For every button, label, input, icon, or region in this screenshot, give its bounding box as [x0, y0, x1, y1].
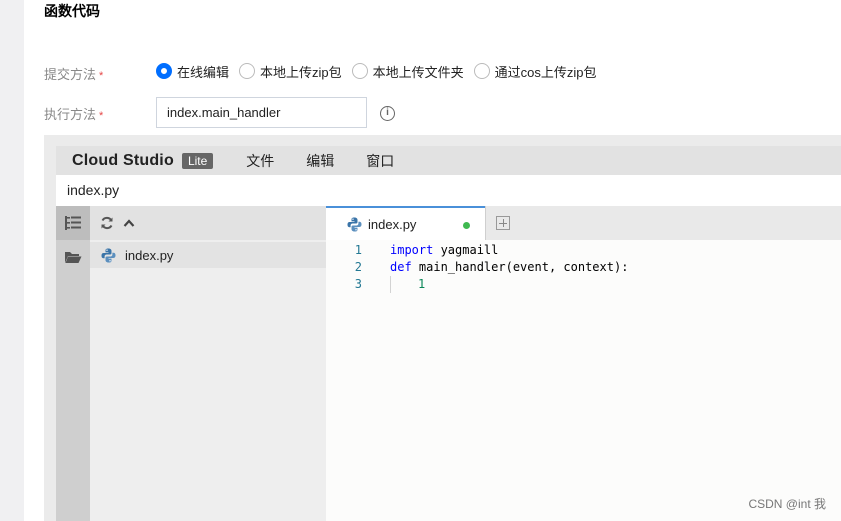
radio-label: 本地上传文件夹 [372, 64, 464, 80]
radio-label: 通过cos上传zip包 [494, 64, 597, 80]
python-file-icon [347, 217, 362, 231]
python-file-icon [101, 248, 116, 262]
explorer-toggle-button[interactable] [56, 246, 90, 268]
editor-tabbar: index.py [326, 206, 841, 240]
collapse-up-icon[interactable] [123, 218, 135, 228]
handler-input[interactable]: index.main_handler [156, 97, 367, 128]
ide-titlebar: Cloud Studio Lite 文件 编辑 窗口 [56, 146, 841, 175]
code-text: import yagmaill [390, 242, 498, 259]
radio-checked-icon [156, 63, 172, 79]
menu-window[interactable]: 窗口 [366, 151, 394, 171]
menu-edit[interactable]: 编辑 [306, 151, 334, 171]
info-icon[interactable]: i [380, 106, 395, 121]
explorer-file-item[interactable]: index.py [90, 242, 326, 268]
submit-method-label-text: 提交方法 [44, 67, 97, 82]
handler-label-text: 执行方法 [44, 107, 97, 122]
menu-file[interactable]: 文件 [246, 151, 274, 171]
outline-toggle-button[interactable] [56, 206, 90, 240]
code-text: def main_handler(event, context): [390, 259, 628, 276]
line-number: 3 [354, 277, 362, 291]
add-tab-icon[interactable] [496, 216, 510, 230]
code-line: 3 1 [326, 276, 841, 293]
radio-label: 在线编辑 [177, 64, 230, 80]
required-mark: * [99, 110, 104, 122]
unsaved-dot-icon [463, 222, 470, 229]
line-number: 1 [354, 243, 362, 257]
code-rest: main_handler(event, context): [411, 260, 629, 274]
code-number: 1 [418, 277, 426, 291]
lite-badge: Lite [181, 152, 214, 169]
keyword: def [390, 260, 412, 274]
code-rest: yagmaill [433, 243, 499, 257]
code-area[interactable]: 1 import yagmaill 2 def main_handler(eve… [326, 242, 841, 293]
submit-method-label: 提交方法 * [44, 64, 103, 83]
radio-online-edit[interactable]: 在线编辑 [156, 62, 229, 81]
radio-upload-folder[interactable]: 本地上传文件夹 [351, 62, 464, 81]
section-title: 函数代码 [44, 3, 100, 19]
radio-unchecked-icon [351, 63, 368, 79]
watermark: CSDN @int 我 [748, 497, 826, 511]
activity-bar [56, 206, 90, 521]
keyword: import [390, 243, 434, 257]
code-line: 2 def main_handler(event, context): [326, 259, 841, 276]
submit-method-radio-group: 在线编辑 本地上传zip包 本地上传文件夹 通过cos上传zip包 [156, 62, 607, 80]
file-explorer: index.py [90, 206, 326, 521]
code-line: 1 import yagmaill [326, 242, 841, 259]
tree-list-icon [65, 216, 81, 230]
code-editor[interactable]: index.py 1 import yagmaill 2 def main_ha… [326, 206, 841, 521]
radio-unchecked-icon [239, 63, 256, 79]
explorer-file-label: index.py [125, 247, 174, 263]
radio-upload-zip[interactable]: 本地上传zip包 [239, 62, 342, 81]
line-number: 2 [354, 260, 362, 274]
refresh-icon[interactable] [100, 216, 114, 230]
handler-label: 执行方法 * [44, 104, 103, 123]
indent-guide [390, 276, 391, 293]
editor-tab-index-py[interactable]: index.py [326, 206, 485, 240]
ide-brand: Cloud Studio [72, 151, 174, 169]
explorer-toolbar [90, 206, 326, 240]
radio-cos-zip[interactable]: 通过cos上传zip包 [473, 62, 597, 81]
radio-unchecked-icon [473, 63, 490, 79]
current-file-path: index.py [56, 175, 841, 206]
tab-divider [485, 206, 486, 240]
tab-label: index.py [368, 216, 417, 232]
required-mark: * [99, 70, 104, 82]
radio-label: 本地上传zip包 [260, 64, 342, 80]
folder-open-icon [65, 252, 82, 263]
